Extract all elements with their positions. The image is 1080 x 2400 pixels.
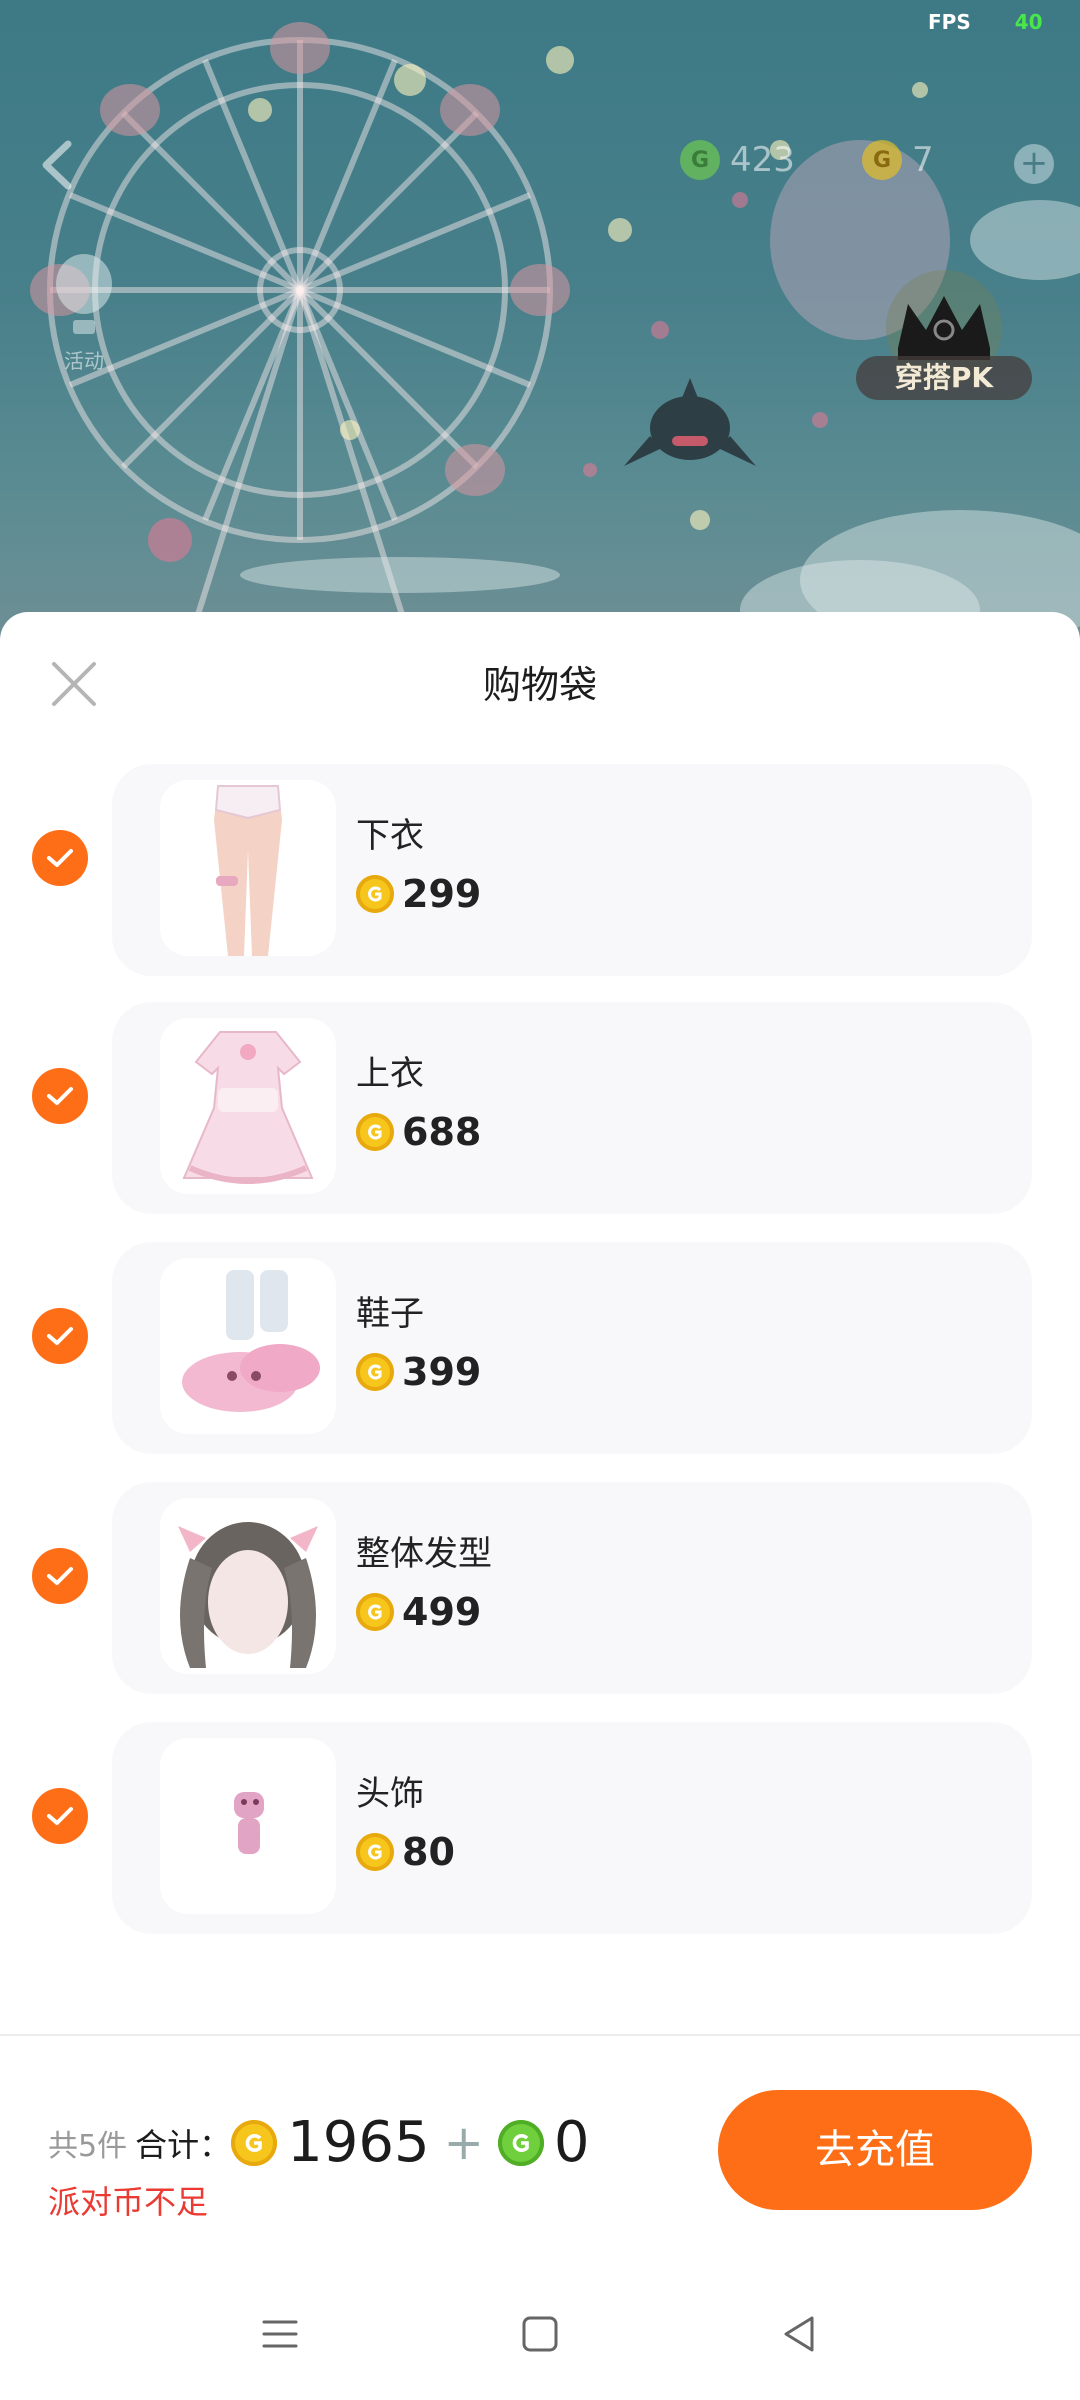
item-price-value: 499 <box>402 1590 482 1634</box>
gold-coin-icon <box>356 1593 394 1631</box>
item-checkbox-bottoms[interactable] <box>32 830 88 886</box>
system-nav-bar <box>0 2260 1080 2400</box>
fps-counter: FPS 40 <box>928 10 1043 34</box>
back-icon[interactable] <box>778 2312 822 2356</box>
plus-sign: + <box>443 2114 484 2171</box>
cart-item-bottoms[interactable]: 下衣 299 <box>112 764 1032 976</box>
home-icon[interactable] <box>518 2312 562 2356</box>
item-price: 688 <box>356 1110 481 1154</box>
hairstyle-image <box>178 1522 318 1668</box>
add-currency-button[interactable]: + <box>1014 144 1054 184</box>
gold-coin-icon <box>356 875 394 913</box>
recharge-button[interactable]: 去充值 <box>718 2090 1032 2210</box>
green-coin-balance: G 423 <box>680 140 795 180</box>
green-coin-icon: G <box>680 140 720 180</box>
total-label: 合计： <box>135 2125 232 2164</box>
back-arrow-icon[interactable] <box>38 138 78 192</box>
item-thumbnail <box>160 1498 336 1674</box>
cart-item-headwear[interactable]: 头饰 80 <box>112 1722 1032 1934</box>
item-name: 整体发型 <box>356 1534 492 1574</box>
item-checkbox-hairstyle[interactable] <box>32 1548 88 1604</box>
item-thumbnail <box>160 1018 336 1194</box>
gold-coin-icon <box>231 2119 278 2166</box>
gold-coin-icon <box>356 1113 394 1151</box>
item-checkbox-top[interactable] <box>32 1068 88 1124</box>
gold-coin-balance: G 7 <box>862 140 934 180</box>
gold-total: 1965 <box>287 2110 430 2175</box>
item-price-value: 399 <box>402 1350 482 1394</box>
item-thumbnail <box>160 1258 336 1434</box>
green-coin-value: 423 <box>730 140 795 180</box>
footer-divider <box>0 2034 1080 2036</box>
item-checkbox-headwear[interactable] <box>32 1788 88 1844</box>
green-coin-icon <box>497 2119 544 2166</box>
checkmark-icon <box>47 1327 73 1345</box>
item-price-value: 299 <box>402 872 482 916</box>
checkmark-icon <box>47 849 73 867</box>
checkmark-icon <box>47 1567 73 1585</box>
shopping-bag-sheet: 购物袋 下衣 299 上衣 688 鞋子 399 整体发型 499 头饰 80 … <box>0 612 1080 2400</box>
item-name: 下衣 <box>356 816 424 856</box>
game-scene-background: FPS 40 G 423 G 7 + 活动 穿搭PK <box>0 0 1080 640</box>
order-summary: 共5件 合计： 1965 + 0 派对币不足 <box>48 2110 589 2223</box>
gold-coin-value: 7 <box>912 140 934 180</box>
item-name: 头饰 <box>356 1774 424 1814</box>
sheet-title: 购物袋 <box>482 663 597 707</box>
event-entry[interactable]: 活动 <box>44 250 124 374</box>
leggings-image <box>214 785 282 956</box>
item-price: 80 <box>356 1830 455 1874</box>
item-price-value: 80 <box>402 1830 455 1874</box>
item-price: 499 <box>356 1590 481 1634</box>
cart-item-top[interactable]: 上衣 688 <box>112 1002 1032 1214</box>
outfit-pk-button[interactable]: 穿搭PK <box>856 356 1032 400</box>
dress-image <box>182 1031 314 1184</box>
item-thumbnail <box>160 780 336 956</box>
gold-coin-icon <box>356 1833 394 1871</box>
cart-item-shoes[interactable]: 鞋子 399 <box>112 1242 1032 1454</box>
hot-air-balloon-icon <box>56 254 112 334</box>
fps-label: FPS <box>928 10 971 34</box>
item-name: 上衣 <box>356 1054 424 1094</box>
item-thumbnail <box>160 1738 336 1914</box>
cart-item-hairstyle[interactable]: 整体发型 499 <box>112 1482 1032 1694</box>
shoes-image <box>182 1270 320 1412</box>
item-checkbox-shoes[interactable] <box>32 1308 88 1364</box>
gold-coin-icon <box>356 1353 394 1391</box>
event-label: 活动 <box>64 349 104 373</box>
gold-coin-icon: G <box>862 140 902 180</box>
checkmark-icon <box>47 1087 73 1105</box>
checkmark-icon <box>47 1807 73 1825</box>
insufficient-funds-warning: 派对币不足 <box>48 2183 209 2221</box>
green-total: 0 <box>553 2110 590 2175</box>
headwear-image <box>234 1792 264 1854</box>
fps-value: 40 <box>1014 10 1043 34</box>
item-name: 鞋子 <box>356 1294 424 1334</box>
shark-character <box>624 378 756 466</box>
item-price: 299 <box>356 872 481 916</box>
item-count: 共5件 <box>48 2128 128 2164</box>
item-price: 399 <box>356 1350 481 1394</box>
item-price-value: 688 <box>402 1110 482 1154</box>
menu-icon[interactable] <box>258 2312 302 2356</box>
